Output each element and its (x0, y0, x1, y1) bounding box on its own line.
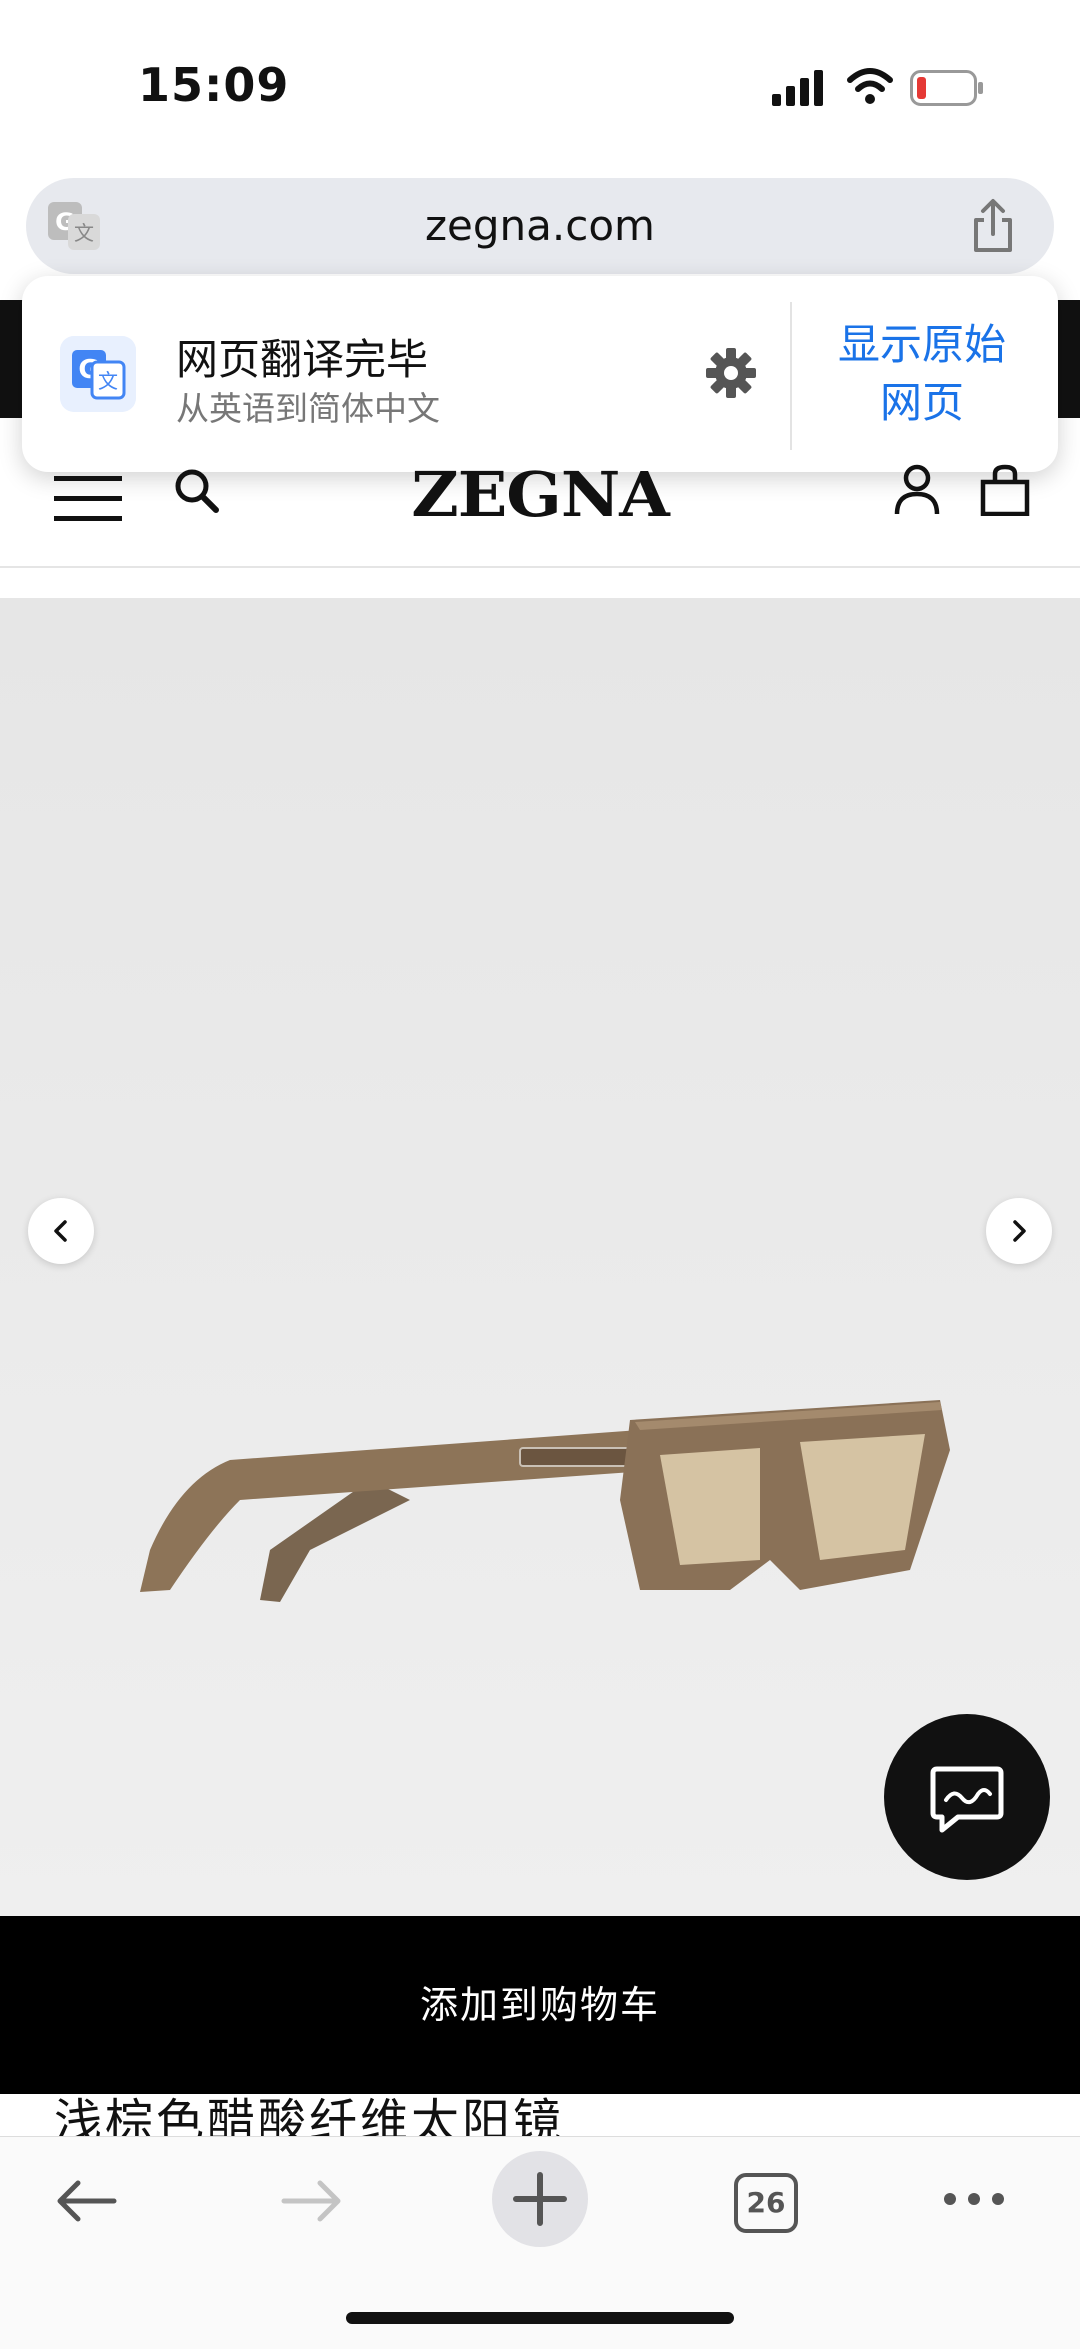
gear-icon[interactable] (704, 346, 758, 400)
chevron-right-icon (1013, 1220, 1026, 1242)
home-indicator (346, 2312, 734, 2324)
tab-switcher-button[interactable]: 26 (734, 2173, 798, 2233)
plus-icon (513, 2172, 567, 2226)
search-icon[interactable] (172, 466, 222, 516)
back-arrow-icon[interactable] (54, 2177, 118, 2225)
product-sunglasses-image (140, 1400, 950, 1602)
account-icon[interactable] (894, 464, 940, 516)
wifi-icon (847, 68, 893, 104)
show-original-button[interactable]: 显示原始 网页 (812, 316, 1032, 432)
translate-status-title: 网页翻译完毕 (176, 335, 429, 384)
translate-popover: G 文 网页翻译完毕 从英语到简体中文 显示原始 网页 (22, 276, 1058, 472)
shopping-bag-icon[interactable] (980, 464, 1030, 516)
chat-icon (930, 1766, 1004, 1833)
hamburger-menu-icon[interactable] (54, 476, 122, 522)
battery-low-icon (910, 70, 983, 106)
cellular-signal-icon (772, 70, 823, 106)
more-options-icon[interactable] (942, 2189, 1006, 2209)
popover-divider (790, 302, 792, 450)
svg-text:文: 文 (74, 221, 94, 245)
next-image-button[interactable] (986, 1198, 1052, 1264)
add-to-cart-button[interactable]: 添加到购物车 (0, 1916, 1080, 2094)
chevron-left-icon (54, 1220, 67, 1242)
chat-button[interactable] (884, 1714, 1050, 1880)
header-divider (0, 566, 1080, 568)
new-tab-button[interactable] (492, 2151, 588, 2247)
show-original-label-line2: 网页 (879, 378, 964, 427)
address-bar[interactable]: zegna.com G 文 (26, 178, 1054, 274)
svg-text:文: 文 (98, 369, 118, 393)
share-icon[interactable] (964, 198, 1022, 256)
translate-language-pair: 从英语到简体中文 (176, 389, 440, 428)
url-text[interactable]: zegna.com (26, 178, 1054, 274)
translate-icon[interactable]: G 文 (46, 198, 102, 254)
show-original-label-line1: 显示原始 (837, 320, 1006, 369)
previous-image-button[interactable] (28, 1198, 94, 1264)
status-time: 15:09 (138, 58, 290, 112)
google-translate-icon: G 文 (60, 336, 136, 412)
forward-arrow-icon[interactable] (280, 2177, 344, 2225)
zegna-logo[interactable]: ZEGNA (393, 458, 687, 531)
